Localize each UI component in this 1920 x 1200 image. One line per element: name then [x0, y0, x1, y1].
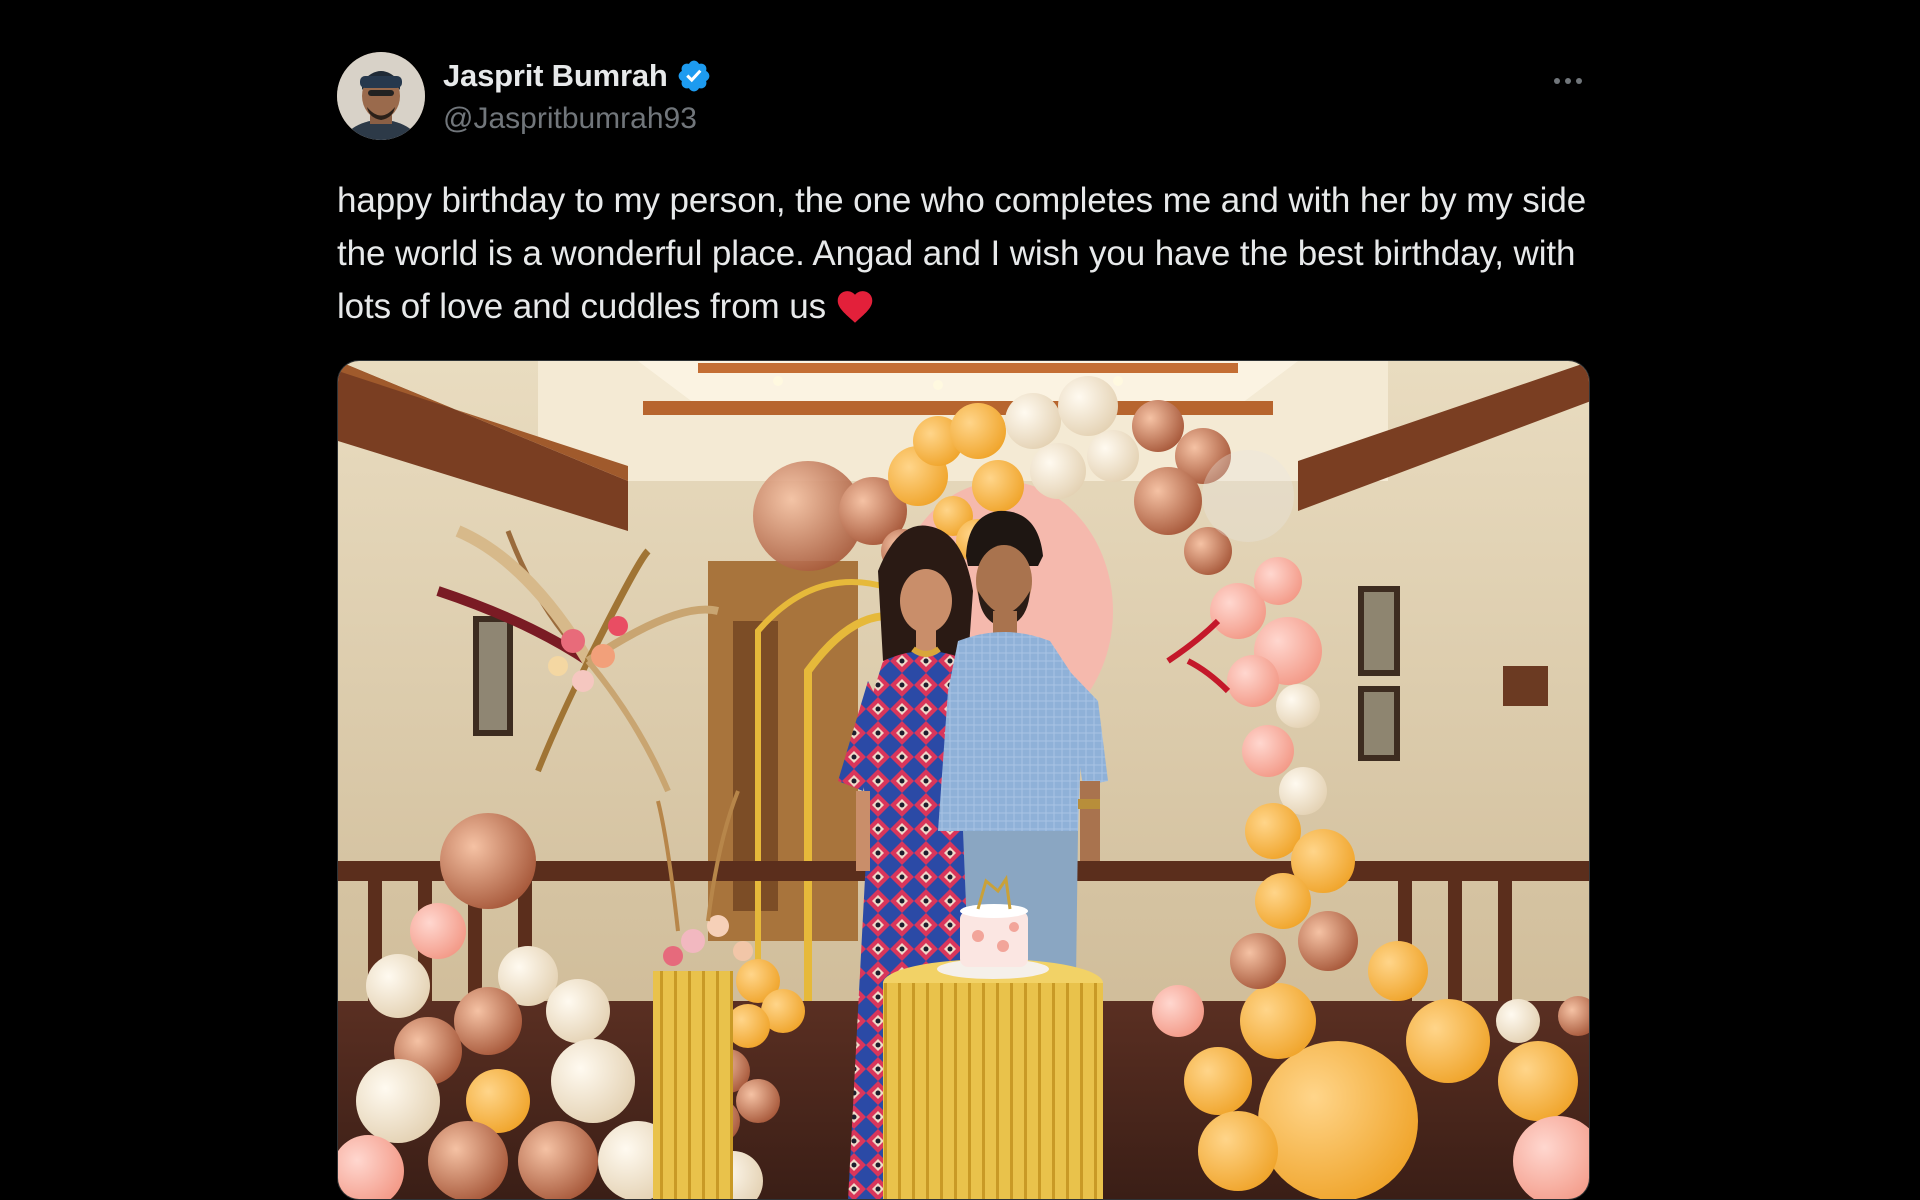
birthday-photo-image — [338, 361, 1589, 1199]
more-dot — [1576, 78, 1582, 84]
author-display-name[interactable]: Jasprit Bumrah — [443, 58, 668, 94]
verified-badge-icon — [678, 60, 709, 92]
tweet-text-container: happy birthday to my person, the one who… — [337, 174, 1590, 333]
author-handle[interactable]: @Jaspritbumrah93 — [443, 102, 697, 136]
tweet-text: happy birthday to my person, the one who… — [337, 181, 1587, 326]
tweet: Jasprit Bumrah @Jaspritbumrah93 happy bi… — [337, 52, 1590, 1200]
avatar[interactable] — [337, 52, 425, 140]
more-dot — [1554, 78, 1560, 84]
more-dot — [1565, 78, 1571, 84]
author-name-row: Jasprit Bumrah — [443, 56, 712, 96]
tweet-photo[interactable] — [337, 360, 1590, 1200]
avatar-image — [337, 52, 425, 140]
more-options-icon[interactable] — [1548, 66, 1588, 96]
tweet-header: Jasprit Bumrah @Jaspritbumrah93 — [337, 52, 1590, 142]
red-heart-icon — [837, 291, 873, 323]
